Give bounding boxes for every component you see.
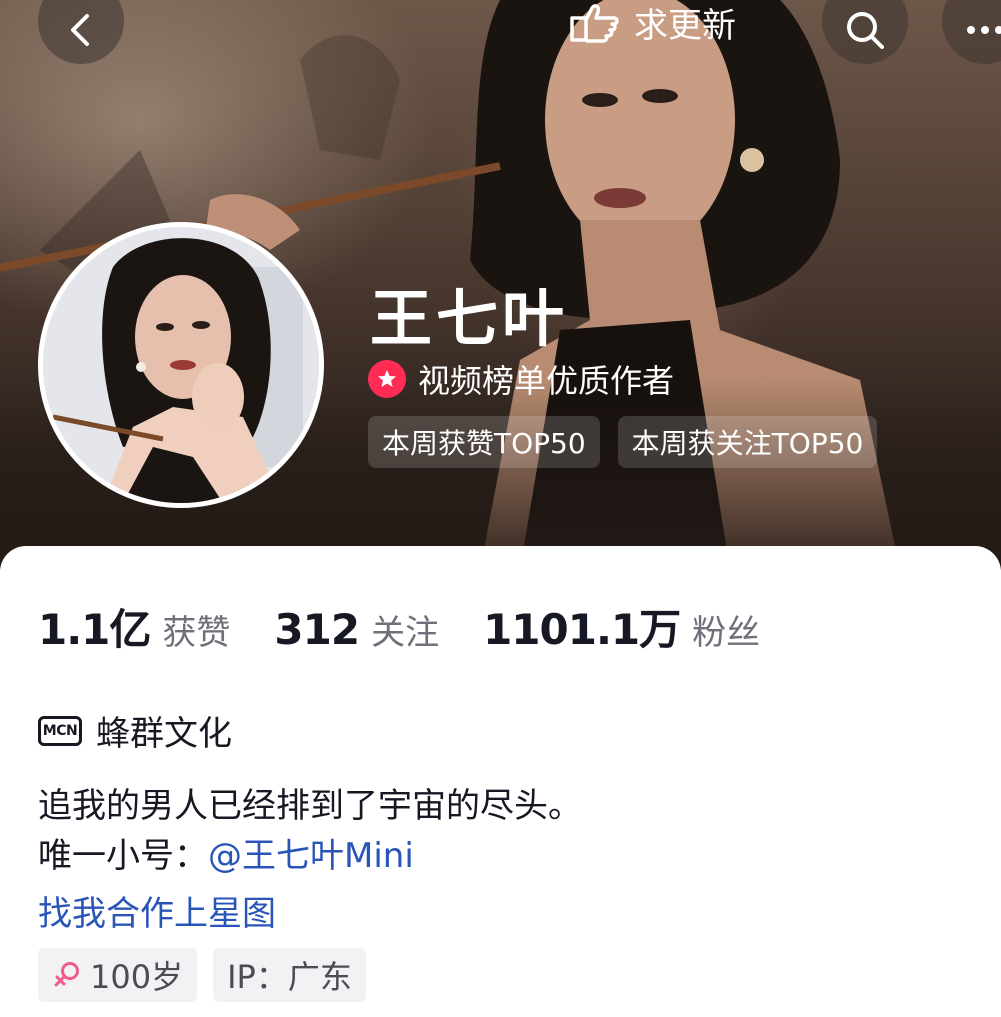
certification-label: 视频榜单优质作者: [418, 362, 675, 400]
bio-line-2: 唯一小号：@王七叶Mini: [38, 828, 414, 877]
stat-likes[interactable]: 1.1亿 获赞: [38, 596, 230, 657]
back-icon: [71, 14, 89, 46]
stats-row: 1.1亿 获赞 312 关注 1101.1万 粉丝: [38, 596, 804, 657]
profile-info-card: 1.1亿 获赞 312 关注 1101.1万 粉丝 MCN 蜂群文化 追我的男人…: [0, 546, 1001, 1017]
mcn-row[interactable]: MCN 蜂群文化: [38, 706, 232, 755]
request-update-button[interactable]: 求更新: [568, 0, 736, 50]
rank-badges: 本周获赞TOP50 本周获关注TOP50: [368, 416, 878, 468]
age-tag: 100岁: [38, 948, 198, 1002]
rank-badge-follows[interactable]: 本周获关注TOP50: [617, 416, 878, 468]
star-badge-icon: [368, 360, 406, 398]
request-update-label: 求更新: [634, 5, 736, 46]
search-icon: [847, 12, 884, 49]
certification-badge[interactable]: 视频榜单优质作者: [368, 356, 674, 402]
avatar[interactable]: [38, 222, 324, 508]
cooperation-link[interactable]: 找我合作上星图: [38, 886, 276, 935]
hand-pointing-icon: [570, 4, 619, 43]
profile-banner: 求更新 王七叶 视频榜单优质作者 本周获赞TOP50 本周获关注TOP50: [0, 0, 1001, 570]
stat-followers-value: 1101.1万: [483, 605, 681, 654]
stat-likes-value: 1.1亿: [38, 605, 151, 654]
mcn-name: 蜂群文化: [96, 714, 232, 754]
female-icon: [54, 962, 79, 987]
more-icon: [967, 26, 1001, 34]
bio-line-2-prefix: 唯一小号：: [38, 836, 208, 876]
profile-tags: 100岁 IP：广东: [38, 948, 366, 1002]
stat-following-value: 312: [274, 605, 360, 654]
stat-likes-label: 获赞: [162, 613, 231, 653]
nickname: 王七叶: [370, 282, 569, 355]
mcn-icon: MCN: [38, 715, 82, 746]
stat-following[interactable]: 312 关注: [274, 605, 439, 654]
stat-followers[interactable]: 1101.1万 粉丝: [483, 596, 760, 657]
stat-following-label: 关注: [371, 613, 440, 653]
mention-link[interactable]: @王七叶Mini: [208, 836, 414, 876]
bio-line-1: 追我的男人已经排到了宇宙的尽头。: [38, 786, 582, 826]
stat-followers-label: 粉丝: [692, 613, 761, 653]
rank-badge-likes[interactable]: 本周获赞TOP50: [368, 416, 600, 468]
ip-tag: IP：广东: [213, 948, 366, 1002]
avatar-photo: [43, 227, 319, 503]
age-label: 100岁: [90, 958, 184, 996]
